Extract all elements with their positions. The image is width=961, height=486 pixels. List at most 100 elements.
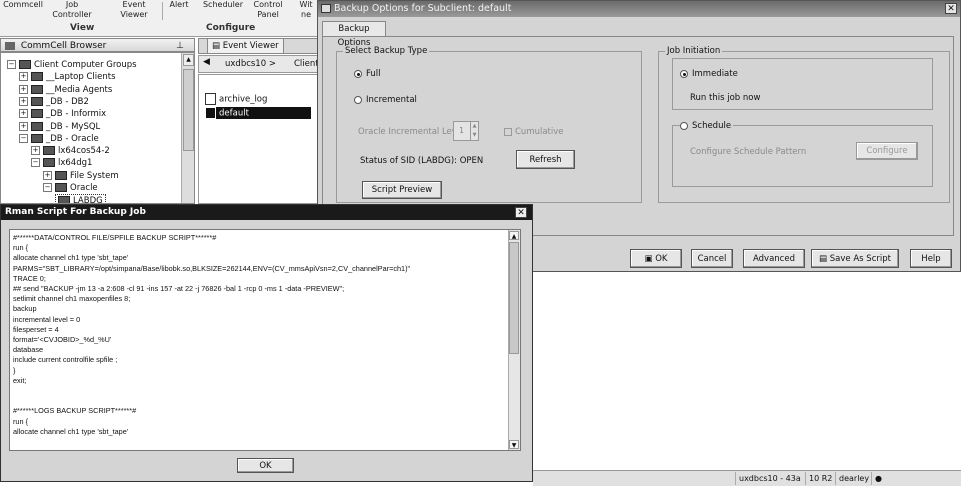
refresh-button[interactable]: Refresh bbox=[516, 150, 575, 169]
script-line: allocate channel ch1 type 'sbt_tape' bbox=[13, 426, 129, 436]
script-line: run { bbox=[13, 243, 29, 253]
ribbon-control-panel[interactable]: Control Panel bbox=[250, 0, 286, 20]
commcell-browser-header: CommCell Browser ⊥ bbox=[0, 38, 195, 52]
tab-event-viewer[interactable]: ▤ Event Viewer bbox=[207, 39, 284, 53]
list-item-archive-log[interactable]: archive_log bbox=[205, 93, 311, 105]
script-preview-button[interactable]: Script Preview bbox=[362, 181, 442, 199]
ribbon-witness-label: Wit ne bbox=[299, 0, 313, 19]
tree-item[interactable]: + File System bbox=[43, 170, 119, 182]
ribbon-event-viewer[interactable]: Event Viewer bbox=[114, 0, 154, 20]
info-icon[interactable]: ● bbox=[871, 472, 893, 485]
tree-item[interactable]: + _DB - MySQL bbox=[19, 121, 100, 133]
script-line: setlimit channel ch1 maxopenfiles 8; bbox=[13, 294, 131, 304]
expand-icon[interactable]: + bbox=[19, 84, 28, 94]
script-line: #******LOGS BACKUP SCRIPT******# bbox=[13, 406, 137, 416]
ribbon-job-controller[interactable]: Job Controller bbox=[52, 0, 92, 20]
tree-item[interactable]: + lx64cos54-2 bbox=[31, 145, 110, 157]
expand-icon[interactable]: + bbox=[19, 96, 28, 106]
save-as-script-button[interactable]: ▤ Save As Script bbox=[811, 249, 899, 268]
scroll-thumb[interactable] bbox=[183, 69, 194, 151]
radio-immediate[interactable]: Immediate bbox=[680, 69, 738, 79]
ribbon-witness[interactable]: Wit ne bbox=[295, 0, 317, 20]
collapse-icon[interactable]: − bbox=[19, 133, 28, 143]
configure-button[interactable]: Configure bbox=[856, 142, 918, 160]
save-script-icon: ▤ bbox=[819, 253, 828, 264]
radio-full[interactable]: Full bbox=[354, 69, 381, 79]
tree-item[interactable]: + _DB - Informix bbox=[19, 108, 106, 120]
status-server: uxdbcs10 - 43a bbox=[735, 472, 805, 485]
cumulative-checkbox[interactable]: Cumulative bbox=[504, 127, 564, 137]
script-scrollbar[interactable]: ▲ ▼ bbox=[508, 230, 520, 450]
radio-incremental-indicator bbox=[354, 95, 362, 104]
script-scroll-thumb[interactable] bbox=[509, 242, 519, 354]
browser-icon bbox=[5, 41, 15, 50]
tree-item[interactable]: LABDG bbox=[55, 194, 106, 203]
collapse-icon[interactable]: − bbox=[43, 183, 52, 192]
spin-down-icon[interactable]: ▼ bbox=[470, 131, 478, 140]
breadcrumb-server[interactable]: uxdbcs10 > bbox=[225, 59, 276, 69]
tree-item[interactable]: + _DB - DB2 bbox=[19, 96, 89, 108]
tree-item-label: Oracle bbox=[70, 183, 98, 193]
radio-immediate-label: Immediate bbox=[692, 69, 738, 79]
ribbon-group-view: View bbox=[70, 23, 95, 33]
collapse-icon[interactable]: − bbox=[7, 60, 16, 69]
tab-backup-options[interactable]: Backup Options bbox=[322, 21, 386, 48]
radio-schedule[interactable]: Schedule bbox=[680, 121, 734, 131]
scroll-up-arrow-icon[interactable]: ▲ bbox=[183, 54, 194, 66]
expand-icon[interactable]: + bbox=[19, 72, 28, 82]
folder-icon bbox=[31, 121, 43, 131]
ribbon-scheduler[interactable]: Scheduler bbox=[198, 0, 248, 10]
tree-item[interactable]: − _DB - Oracle bbox=[19, 133, 99, 145]
folder-icon bbox=[58, 196, 70, 203]
list-item-default[interactable]: default bbox=[205, 107, 311, 119]
tree-item-label: _DB - DB2 bbox=[46, 96, 89, 107]
expand-icon[interactable]: + bbox=[43, 170, 52, 180]
expand-icon[interactable]: + bbox=[19, 109, 28, 119]
breadcrumb-client[interactable]: Client bbox=[294, 59, 319, 69]
ribbon-control-panel-label: Control Panel bbox=[253, 0, 283, 19]
collapse-icon[interactable]: − bbox=[31, 158, 40, 168]
ribbon-alert[interactable]: Alert bbox=[165, 0, 193, 10]
close-icon[interactable]: ✕ bbox=[515, 207, 527, 218]
configure-pattern-text: Configure Schedule Pattern bbox=[690, 147, 807, 157]
dialog-title: Backup Options for Subclient: default bbox=[334, 3, 512, 14]
rman-title-bar: Rman Script For Backup Job bbox=[1, 205, 532, 220]
spin-up-icon[interactable]: ▲ bbox=[470, 122, 478, 131]
scroll-down-arrow-icon[interactable]: ▼ bbox=[509, 440, 519, 449]
rman-script-textarea[interactable]: ▲ ▼ #******DATA/CONTROL FILE/SPFILE BACK… bbox=[9, 229, 521, 451]
tree-item[interactable]: − lx64dg1 bbox=[31, 157, 92, 169]
tree-item[interactable]: + __Media Agents bbox=[19, 84, 112, 96]
cancel-button[interactable]: Cancel bbox=[691, 249, 733, 268]
expand-icon[interactable]: + bbox=[31, 146, 40, 156]
ribbon-commcell[interactable]: Commcell bbox=[0, 0, 46, 10]
help-button[interactable]: Help bbox=[910, 249, 952, 268]
list-item-label: default bbox=[219, 108, 249, 119]
folder-icon bbox=[19, 60, 31, 69]
tree-item[interactable]: − Oracle bbox=[43, 182, 98, 194]
radio-incremental[interactable]: Incremental bbox=[354, 95, 417, 105]
scroll-up-arrow-icon[interactable]: ▲ bbox=[509, 231, 519, 240]
expand-icon[interactable]: + bbox=[19, 121, 28, 131]
ribbon-event-viewer-label: Event Viewer bbox=[120, 0, 148, 19]
subclient-icon bbox=[205, 93, 216, 105]
tree-item[interactable]: + __Laptop Clients bbox=[19, 71, 116, 83]
status-bar: uxdbcs10 - 43a 10 R2 dearley ● bbox=[533, 470, 961, 486]
incremental-level-label: Oracle Incremental Level bbox=[358, 127, 465, 137]
close-icon[interactable]: ✕ bbox=[945, 3, 957, 14]
select-backup-type-label: Select Backup Type bbox=[343, 46, 430, 56]
ribbon-toolbar: Commcell Job Controller Event Viewer Ale… bbox=[0, 0, 320, 37]
advanced-button[interactable]: Advanced bbox=[743, 249, 805, 268]
pin-icon[interactable]: ⊥ bbox=[176, 39, 184, 53]
tree-scrollbar[interactable]: ▲ bbox=[181, 53, 194, 203]
dialog-title-bar: Backup Options for Subclient: default bbox=[318, 1, 960, 17]
subclient-list: archive_log default bbox=[198, 74, 318, 204]
tree-item[interactable]: − Client Computer Groups bbox=[7, 59, 137, 71]
home-icon[interactable]: ◀ bbox=[203, 57, 210, 67]
rman-ok-button[interactable]: OK bbox=[237, 458, 294, 473]
tree-item-label: _DB - MySQL bbox=[46, 121, 101, 132]
tree-item-label: lx64cos54-2 bbox=[58, 146, 110, 157]
ok-button[interactable]: ▣ OK bbox=[630, 249, 682, 268]
ribbon-separator bbox=[162, 2, 163, 20]
incremental-level-spinner[interactable]: 1 ▲ ▼ bbox=[453, 121, 479, 141]
commcell-browser-title: CommCell Browser bbox=[20, 41, 107, 51]
